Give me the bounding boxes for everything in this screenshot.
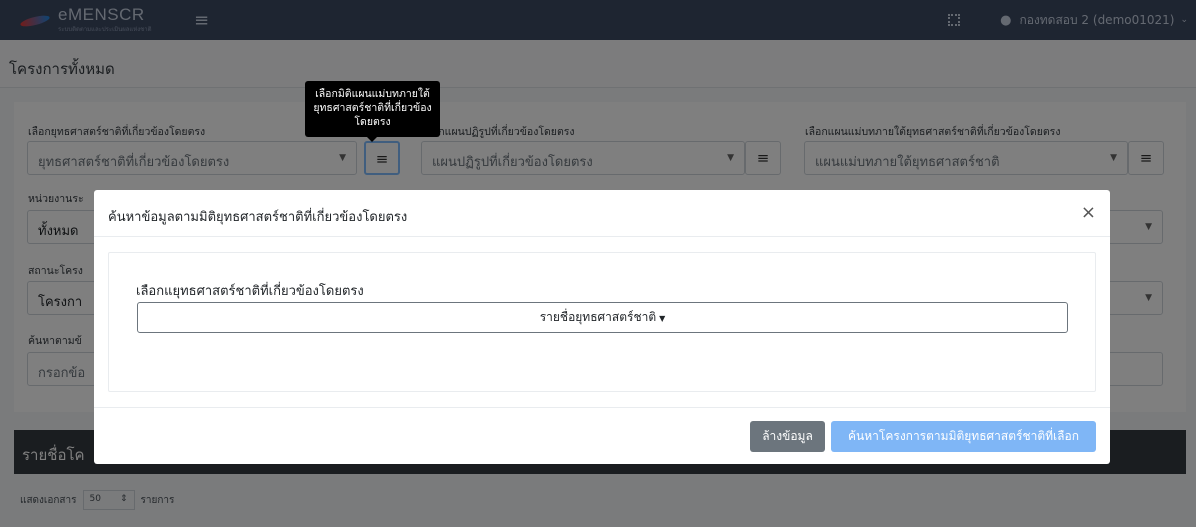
tooltip: เลือกมิติแผนแม่บทภายใต้ยุทธศาสตร์ชาติที่… [305, 81, 440, 142]
modal-title: ค้นหาข้อมูลตามมิติยุทธศาสตร์ชาติที่เกี่ย… [108, 210, 408, 225]
strategy-select-label: เลือกแยุทธศาสตร์ชาติที่เกี่ยวข้องโดยตรง [136, 284, 364, 299]
modal-header: ค้นหาข้อมูลตามมิติยุทธศาสตร์ชาติที่เกี่ย… [94, 190, 1110, 237]
clear-button[interactable]: ล้างข้อมูล [750, 421, 825, 452]
search-projects-button[interactable]: ค้นหาโครงการตามมิติยุทธศาสตร์ชาติที่เลือ… [831, 421, 1096, 452]
close-icon[interactable]: × [1081, 204, 1096, 222]
strategy-search-modal: ค้นหาข้อมูลตามมิติยุทธศาสตร์ชาติที่เกี่ย… [94, 190, 1110, 464]
strategy-list-dropdown[interactable]: รายชื่อยุทธศาสตร์ชาติ ▼ [137, 302, 1068, 333]
modal-body-card: เลือกแยุทธศาสตร์ชาติที่เกี่ยวข้องโดยตรง … [108, 252, 1096, 392]
modal-footer: ล้างข้อมูล ค้นหาโครงการตามมิติยุทธศาสตร์… [94, 407, 1110, 464]
dropdown-text: รายชื่อยุทธศาสตร์ชาติ [539, 310, 657, 324]
caret-down-icon: ▼ [659, 314, 666, 323]
